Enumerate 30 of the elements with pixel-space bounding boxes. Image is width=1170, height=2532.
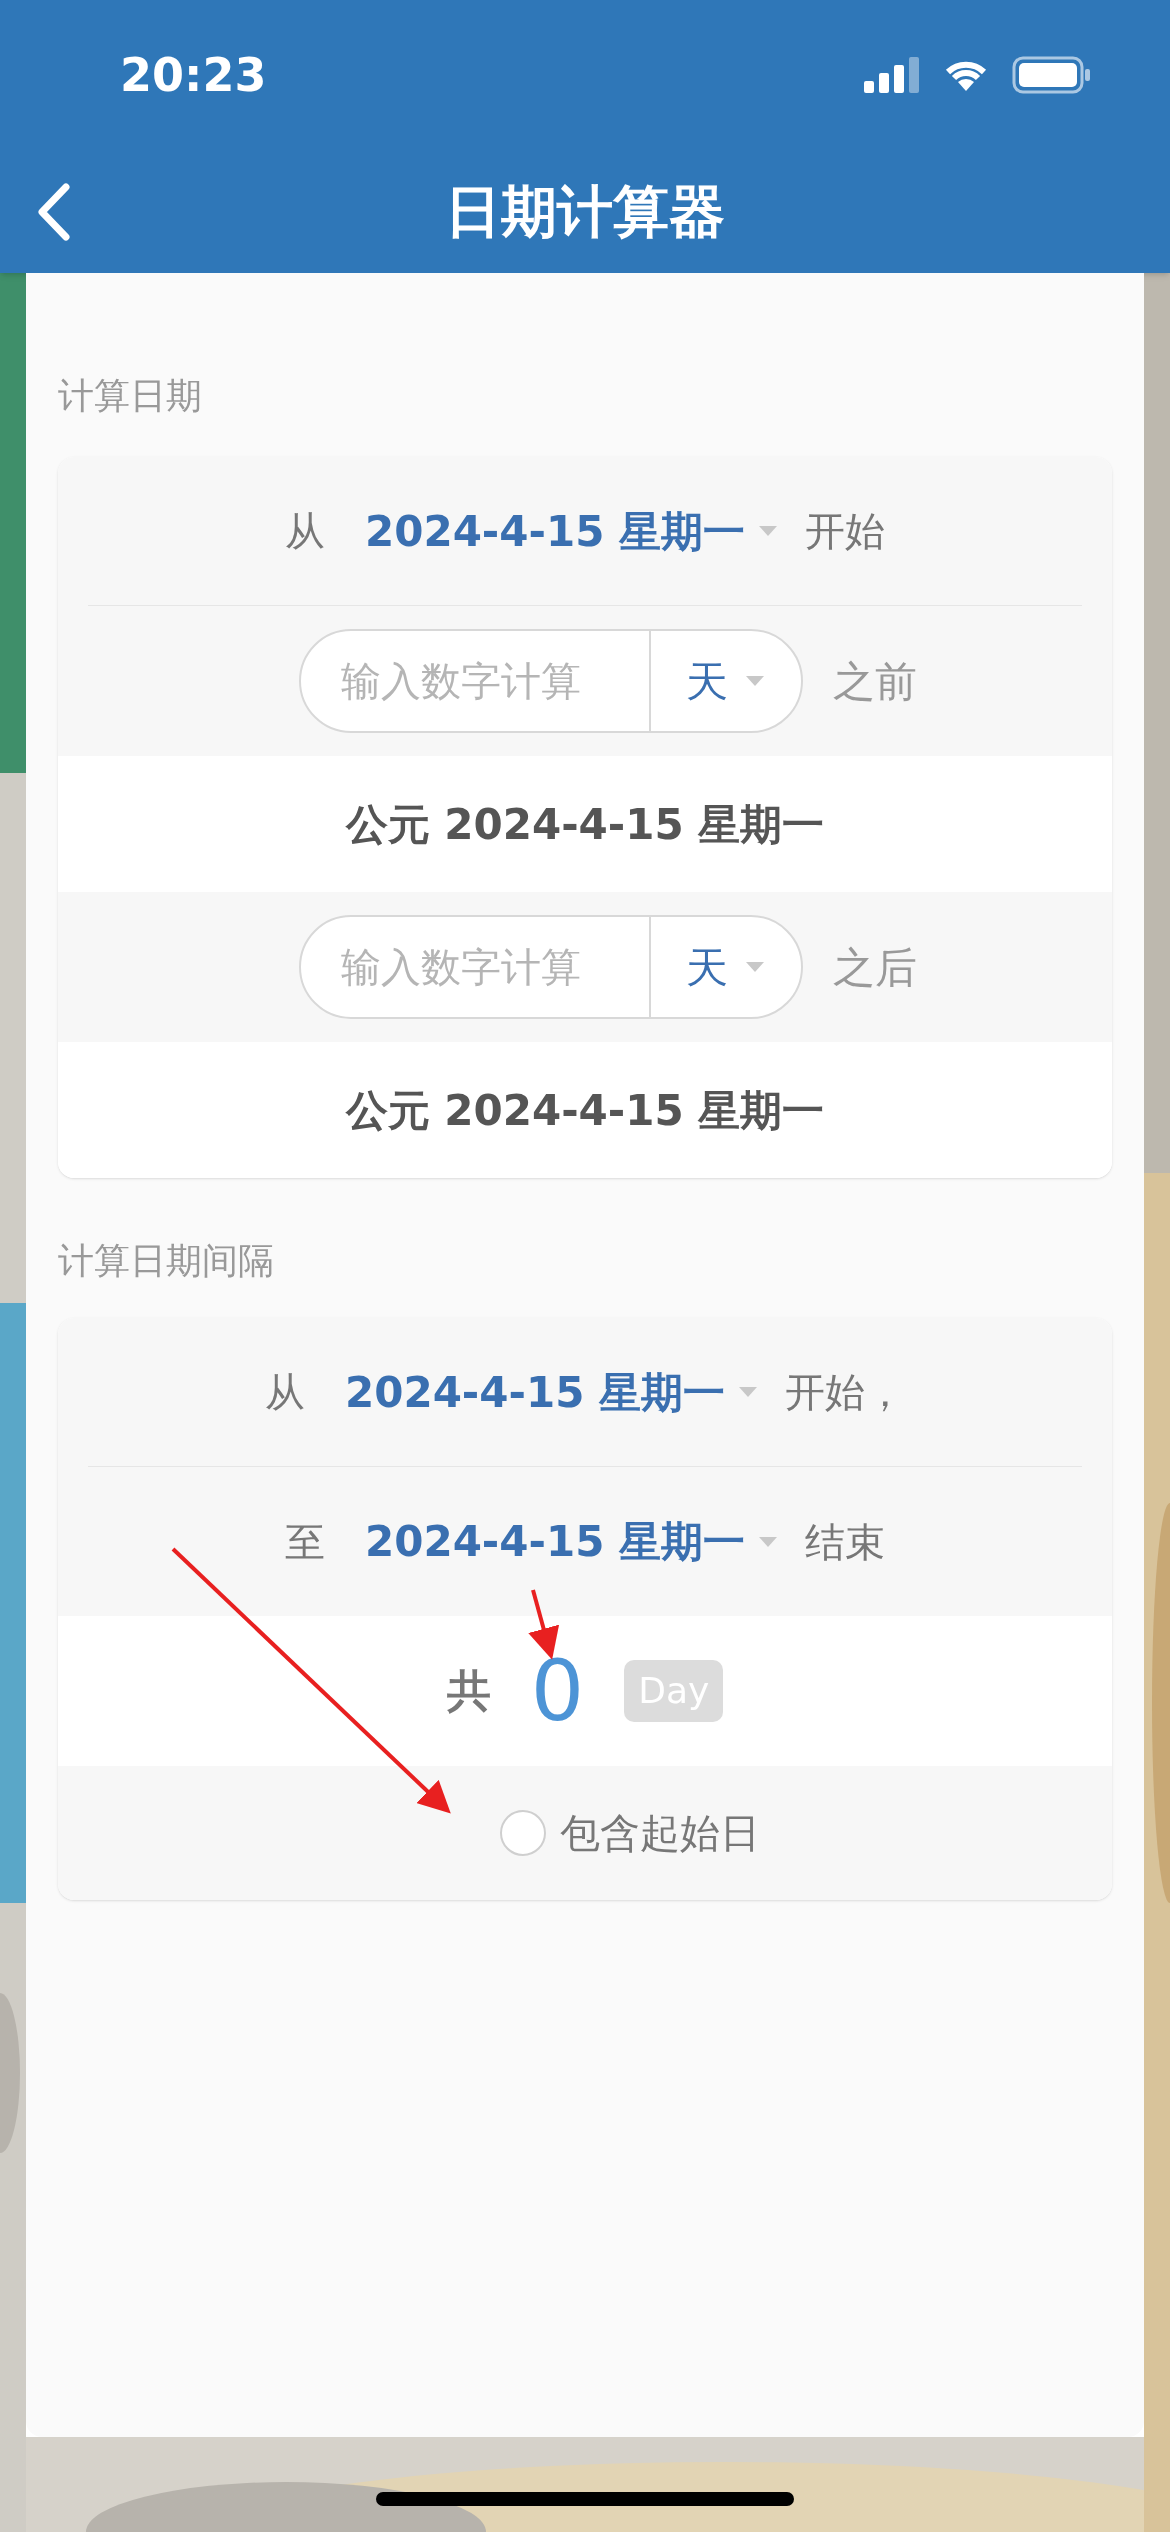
number-field[interactable]: 输入数字计算 天 — [299, 629, 803, 733]
result-date: 公元 2024-4-15 星期一 — [345, 1084, 825, 1137]
page-title: 日期计算器 — [445, 177, 725, 246]
result-date: 公元 2024-4-15 星期一 — [345, 798, 825, 851]
date-suffix: 结束 — [805, 1517, 886, 1567]
date-picker[interactable]: 2024-4-15 星期一 — [344, 1360, 760, 1424]
date-picker[interactable]: 2024-4-15 星期一 — [364, 499, 780, 563]
caret-icon — [737, 1385, 760, 1399]
date-prefix: 从 — [264, 1368, 305, 1417]
date-picker[interactable]: 2024-4-15 星期一 — [364, 1510, 780, 1573]
number-field[interactable]: 输入数字计算 天 — [299, 915, 803, 1019]
section-label: 计算日期 — [58, 374, 203, 418]
section-label: 计算日期间隔 — [58, 1239, 275, 1283]
caret-icon — [744, 674, 766, 688]
battery-icon — [1012, 56, 1092, 94]
include-start-checkbox[interactable]: 包含起始日 — [500, 1803, 760, 1863]
direction-label: 之前 — [833, 655, 917, 708]
caret-icon — [757, 524, 780, 538]
caret-icon — [744, 960, 766, 974]
total-value: 0 — [530, 1649, 585, 1733]
direction-label: 之后 — [833, 941, 917, 994]
caret-icon — [757, 1534, 780, 1549]
date-suffix: 开始 — [805, 507, 886, 556]
date-prefix: 从 — [284, 507, 325, 556]
back-icon — [36, 182, 72, 241]
status-time: 20:23 — [120, 46, 267, 104]
date-suffix: 开始， — [785, 1368, 906, 1417]
signal-icon — [864, 57, 920, 93]
date-prefix: 至 — [284, 1517, 325, 1567]
total-label: 共 — [446, 1664, 491, 1718]
